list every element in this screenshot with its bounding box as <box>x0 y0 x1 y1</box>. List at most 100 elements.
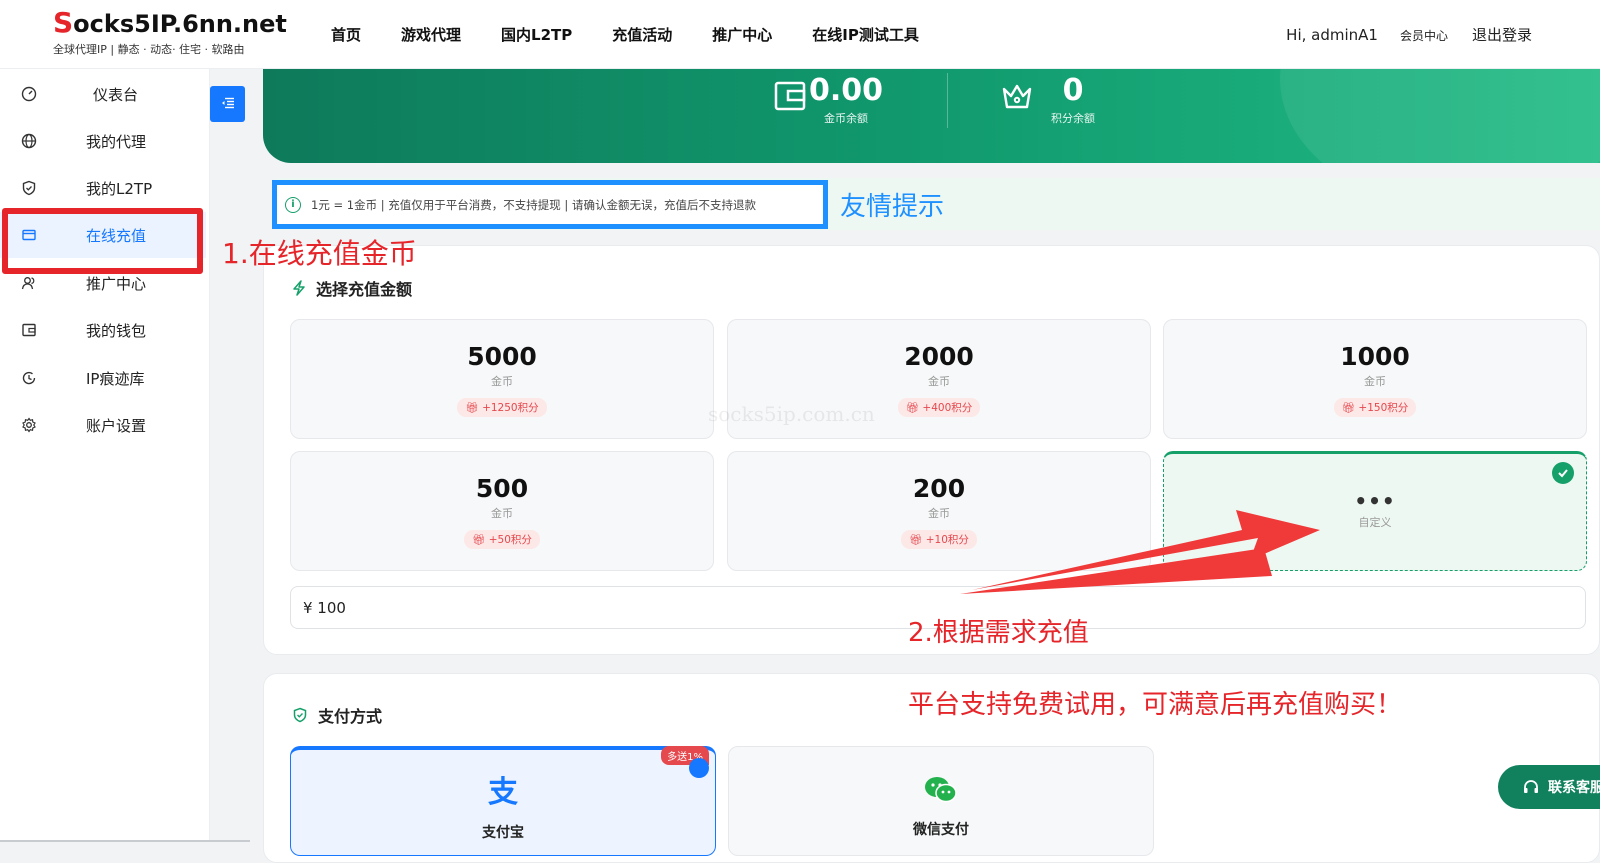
payment-wechat[interactable]: 微信支付 <box>728 746 1154 856</box>
payment-label: 支付宝 <box>482 825 524 841</box>
sidebar-item-my-wallet[interactable]: 我的钱包 <box>0 307 206 353</box>
annotation-red-box <box>2 208 203 274</box>
coin-balance: 0.00 金币余额 <box>809 73 883 126</box>
balance-divider <box>947 73 948 128</box>
top-header: Socks5IP.6nn.net 全球代理IP | 静态 · 动态· 住宅 · … <box>0 0 1600 69</box>
tip-annotation: 友情提示 <box>840 192 945 222</box>
sidebar-item-label: 账户设置 <box>86 416 147 435</box>
amount-value: 200 <box>912 474 966 503</box>
globe-icon <box>20 133 37 150</box>
amount-option-1000[interactable]: 1000 金币 🎁︎ +150积分 <box>1163 319 1587 439</box>
bonus-text: +1250积分 <box>482 402 539 414</box>
annotation-step1: 1.在线充值金币 <box>222 237 417 270</box>
wallet-icon <box>773 79 807 117</box>
points-balance: 0 积分余额 <box>1051 73 1095 126</box>
gift-icon: 🎁︎ <box>1341 402 1359 414</box>
crown-icon <box>1001 83 1033 115</box>
payment-alipay[interactable]: 多送1% 支 支付宝 <box>290 746 716 856</box>
bonus-text: +150积分 <box>1358 402 1409 414</box>
bonus-badge: 🎁︎ +400积分 <box>897 398 981 417</box>
sidebar-item-label: 我的钱包 <box>86 321 147 340</box>
amount-option-5000[interactable]: 5000 金币 🎁︎ +1250积分 <box>290 319 714 439</box>
amount-unit: 金币 <box>928 375 950 388</box>
nav-l2tp[interactable]: 国内L2TP <box>501 24 572 45</box>
logo-tagline: 全球代理IP | 静态 · 动态· 住宅 · 软路由 <box>53 43 245 56</box>
annotation-note: 平台支持免费试用，可满意后再充值购买！ <box>908 690 1403 720</box>
watermark: socks5ip.com.cn <box>708 402 875 426</box>
sidebar-item-my-proxy[interactable]: 我的代理 <box>0 118 206 164</box>
amount-unit: 金币 <box>491 375 513 388</box>
nav-game-proxy[interactable]: 游戏代理 <box>401 24 461 45</box>
user-area: Hi, adminA1 会员中心 退出登录 <box>1286 24 1532 45</box>
selected-check-icon <box>689 758 709 778</box>
recharge-title-text: 选择充值金额 <box>316 280 413 299</box>
bonus-text: +400积分 <box>922 402 973 414</box>
gift-icon: 🎁︎ <box>472 534 489 546</box>
nav-home[interactable]: 首页 <box>331 24 361 45</box>
banner-decoration <box>1280 69 1600 163</box>
gauge-icon <box>20 86 37 103</box>
main-nav: 首页 游戏代理 国内L2TP 充值活动 推广中心 在线IP测试工具 <box>331 24 959 45</box>
sidebar-item-label: 我的代理 <box>86 132 147 151</box>
bonus-badge: 🎁︎ +50积分 <box>464 530 540 549</box>
sidebar-item-ip-history[interactable]: IP痕迹库 <box>0 355 206 401</box>
nav-recharge-events[interactable]: 充值活动 <box>612 24 672 45</box>
member-center-link[interactable]: 会员中心 <box>1400 27 1448 44</box>
sidebar-item-dashboard[interactable]: 仪表台 <box>0 71 206 117</box>
sidebar: 仪表台 我的代理 我的L2TP 在线充值 推广中心 我的钱包 IP痕迹库 账户设… <box>0 69 210 842</box>
shield-check-icon <box>292 707 308 723</box>
sidebar-item-label: 推广中心 <box>86 274 147 293</box>
recharge-section-title: 选择充值金额 <box>292 276 412 300</box>
sidebar-item-account-settings[interactable]: 账户设置 <box>0 402 206 448</box>
annotation-arrow <box>960 510 1320 594</box>
contact-label: 联系客服 <box>1548 780 1600 796</box>
check-icon <box>1552 462 1574 484</box>
users-icon <box>20 275 37 292</box>
lightning-icon <box>292 280 306 296</box>
sidebar-item-label: 仪表台 <box>93 85 139 104</box>
bonus-text: +50积分 <box>488 534 532 546</box>
nav-promotion[interactable]: 推广中心 <box>712 24 772 45</box>
shield-icon <box>20 180 37 197</box>
coin-balance-value: 0.00 <box>809 73 884 108</box>
gift-icon: 🎁︎ <box>909 534 926 546</box>
points-balance-caption: 积分余额 <box>1051 112 1095 125</box>
history-icon <box>20 370 37 387</box>
contact-support-button[interactable]: 联系客服 <box>1498 765 1600 809</box>
headset-icon <box>1522 778 1540 796</box>
amount-option-500[interactable]: 500 金币 🎁︎ +50积分 <box>290 451 714 571</box>
sidebar-item-label: IP痕迹库 <box>86 369 145 388</box>
gear-icon <box>20 417 37 434</box>
amount-unit: 金币 <box>1364 375 1386 388</box>
gift-icon: 🎁︎ <box>465 402 483 414</box>
amount-value: 5000 <box>467 342 537 371</box>
balance-banner: 0.00 金币余额 0 积分余额 <box>263 69 1600 163</box>
logo-title: Socks5IP.6nn.net <box>53 6 287 39</box>
bonus-badge: 🎁︎ +150积分 <box>1333 398 1417 417</box>
tip-box: i 1元 = 1金币 | 充值仅用于平台消费，不支持提现 | 请确认金额无误，充… <box>272 180 828 229</box>
amount-value: 2000 <box>904 342 974 371</box>
amount-value: 1000 <box>1340 342 1410 371</box>
annotation-step2: 2.根据需求充值 <box>908 618 1089 648</box>
wechat-icon <box>729 775 1153 805</box>
amount-unit: 金币 <box>491 507 513 520</box>
menu-fold-icon <box>221 95 235 114</box>
points-balance-value: 0 <box>1062 73 1084 108</box>
sidebar-collapse-button[interactable] <box>210 86 245 122</box>
coin-balance-caption: 金币余额 <box>824 112 869 125</box>
sidebar-item-my-l2tp[interactable]: 我的L2TP <box>0 165 206 211</box>
payment-label: 微信支付 <box>913 822 969 838</box>
wallet-icon <box>20 322 37 339</box>
bonus-badge: 🎁︎ +1250积分 <box>457 398 547 417</box>
info-icon: i <box>285 196 301 213</box>
gift-icon: 🎁︎ <box>905 402 923 414</box>
payment-title-text: 支付方式 <box>318 707 383 726</box>
logout-link[interactable]: 退出登录 <box>1472 24 1532 45</box>
sidebar-item-label: 我的L2TP <box>86 179 153 198</box>
tip-text: 1元 = 1金币 | 充值仅用于平台消费，不支持提现 | 请确认金额无误，充值后… <box>311 197 756 212</box>
alipay-icon: 支 <box>488 775 518 810</box>
payment-section-title: 支付方式 <box>292 703 382 727</box>
nav-ip-test-tool[interactable]: 在线IP测试工具 <box>812 24 919 45</box>
amount-value: 500 <box>475 474 529 503</box>
logo[interactable]: Socks5IP.6nn.net 全球代理IP | 静态 · 动态· 住宅 · … <box>53 6 287 57</box>
